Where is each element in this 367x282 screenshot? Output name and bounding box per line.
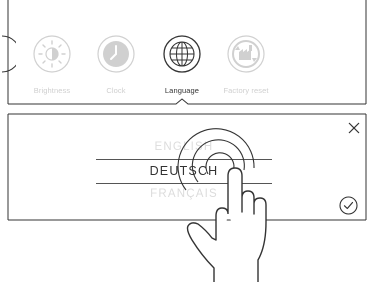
clock-label: Clock <box>106 86 126 95</box>
globe-icon[interactable] <box>162 34 202 74</box>
close-icon[interactable] <box>348 122 360 134</box>
brightness-label: Brightness <box>33 86 71 95</box>
brightness-icon[interactable] <box>32 34 72 74</box>
factory-reset-icon[interactable] <box>226 34 266 74</box>
tap-hand-icon <box>186 167 267 282</box>
language-label: Language <box>164 86 200 95</box>
factory-reset-label: Factory reset <box>223 86 269 95</box>
previous-item-icon[interactable] <box>0 34 16 74</box>
check-circle-icon[interactable] <box>339 196 358 215</box>
clock-icon[interactable] <box>96 34 136 74</box>
language-settings-screen: Brightness Clock Language Factory reset … <box>0 0 367 282</box>
